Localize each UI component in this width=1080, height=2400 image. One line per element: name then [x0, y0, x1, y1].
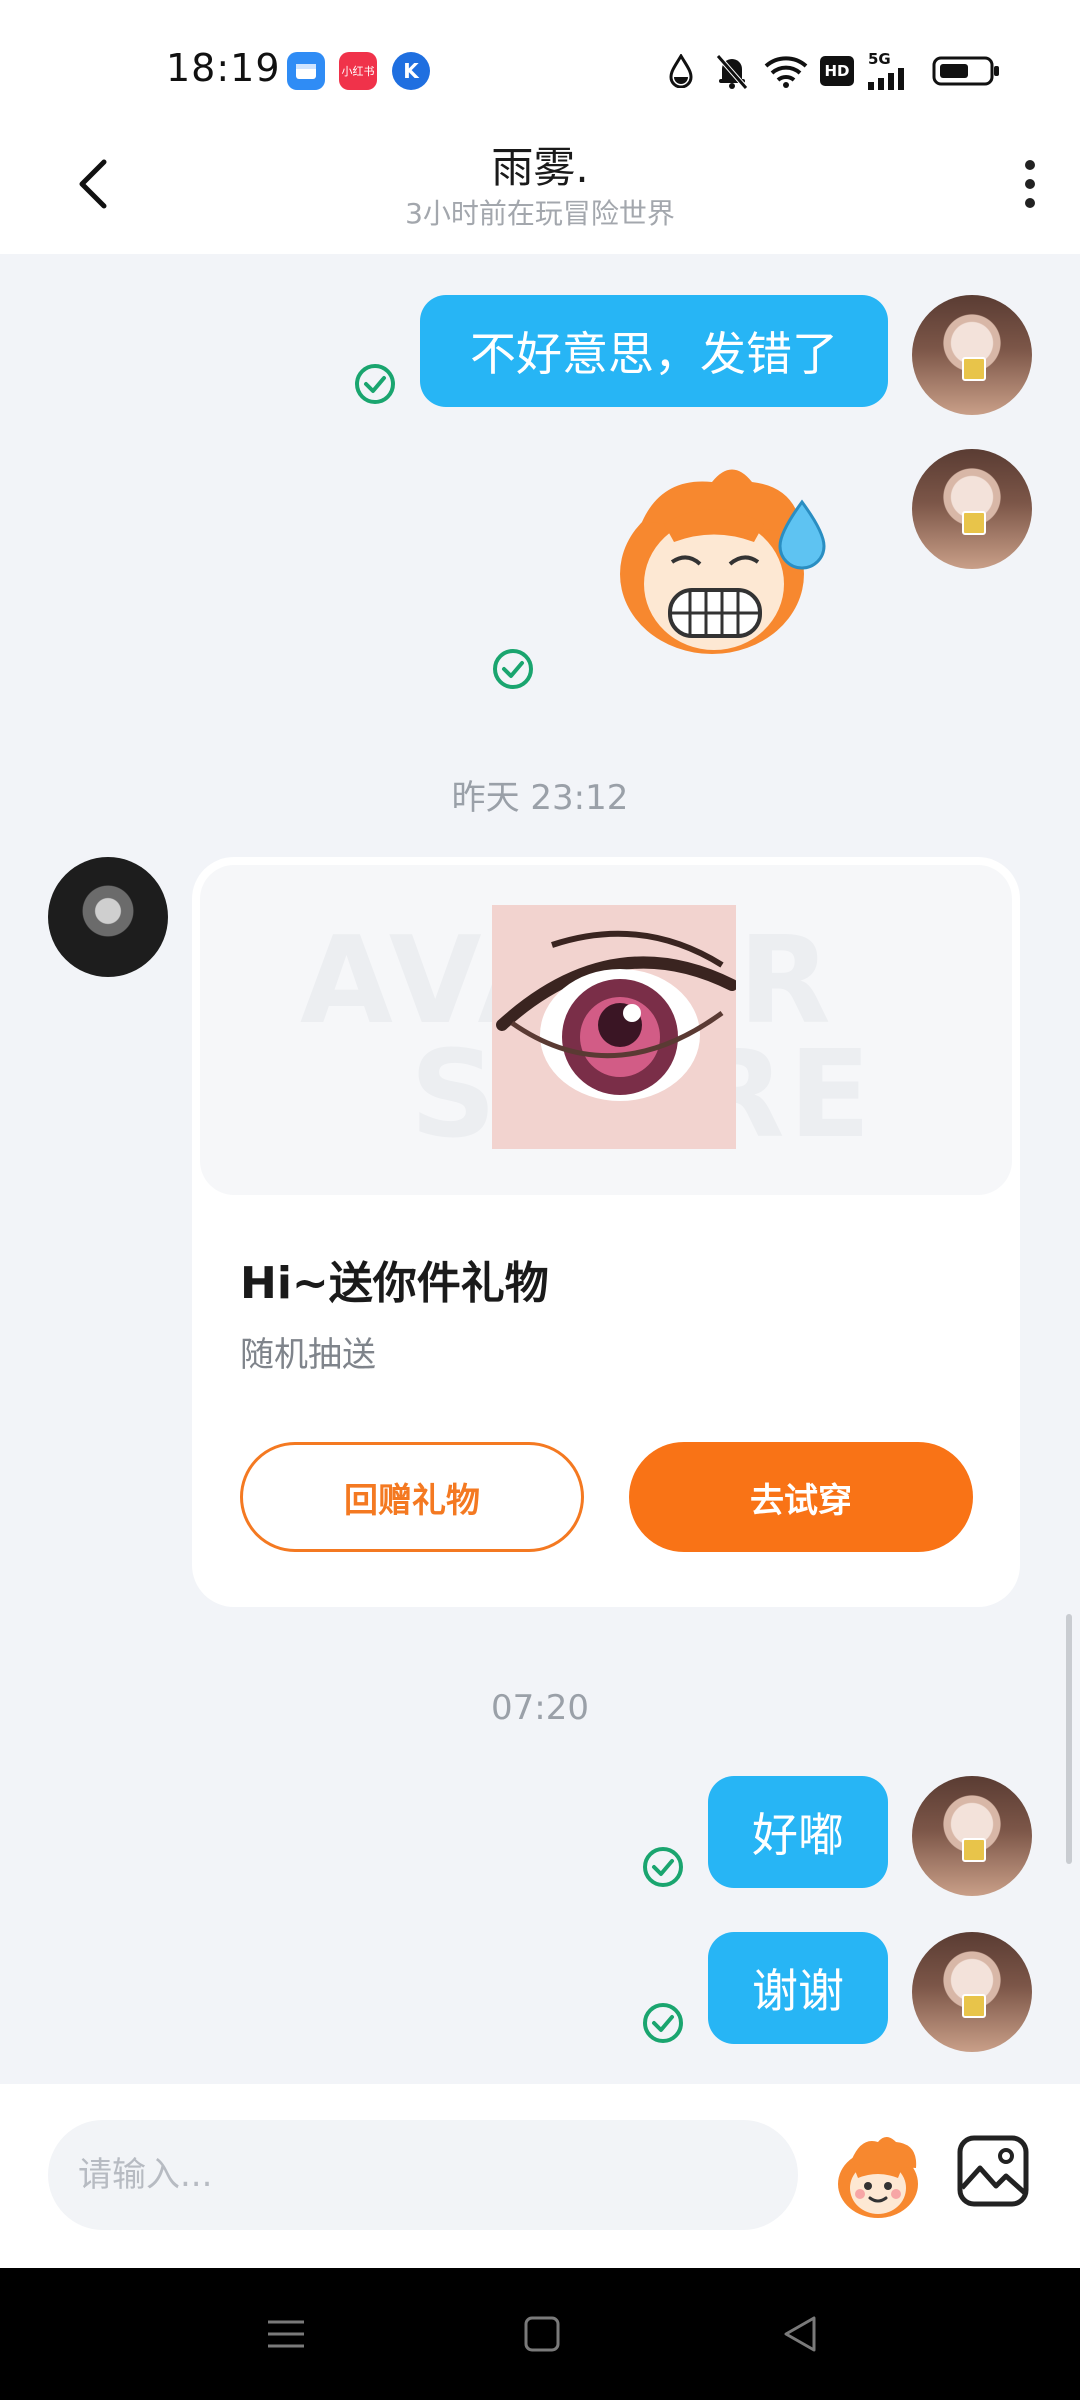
k-app-icon: K: [392, 52, 430, 90]
image-picker-icon[interactable]: [956, 2134, 1030, 2208]
sticker-sweat-smile[interactable]: [602, 462, 842, 662]
more-dot-icon: [1025, 198, 1035, 208]
chat-scrollbar[interactable]: [1066, 1614, 1072, 1864]
sent-check-icon: [643, 2003, 683, 2043]
contact-avatar[interactable]: [48, 857, 168, 977]
hd-icon: HD: [820, 56, 854, 86]
system-navigation-bar: [0, 2268, 1080, 2400]
gift-subtitle: 随机抽送: [240, 1335, 376, 1375]
gift-card[interactable]: AVATAR STORE Hi~送你件礼物 随机抽送 回赠礼物 去试穿: [192, 857, 1020, 1607]
my-avatar[interactable]: [912, 1776, 1032, 1896]
xiaohongshu-icon: 小红书: [339, 52, 377, 90]
more-options-button[interactable]: [998, 152, 1062, 216]
back-triangle-icon[interactable]: [778, 2312, 822, 2356]
message-timestamp: 07:20: [491, 1688, 589, 1728]
chat-header: 雨雾. 3小时前在玩冒险世界: [0, 126, 1080, 254]
home-icon[interactable]: [520, 2312, 564, 2356]
message-input-bar: [0, 2084, 1080, 2268]
chat-message-list[interactable]: 不好意思，发错了 昨天 23:12 AVATAR STORE: [0, 254, 1080, 2084]
message-timestamp: 昨天 23:12: [451, 778, 629, 818]
sent-check-icon: [643, 1847, 683, 1887]
try-on-button[interactable]: 去试穿: [629, 1442, 973, 1552]
gift-title: Hi~送你件礼物: [240, 1258, 549, 1309]
message-bubble-sent[interactable]: 不好意思，发错了: [420, 295, 888, 407]
network-type-label: 5G: [868, 50, 891, 68]
my-avatar[interactable]: [912, 295, 1032, 415]
message-input[interactable]: [48, 2120, 798, 2230]
gift-banner: AVATAR STORE: [200, 865, 1012, 1195]
menu-icon[interactable]: [264, 2312, 308, 2356]
status-bar: 18:19 小红书 K HD 5G: [0, 0, 1080, 126]
status-time: 18:19: [166, 46, 281, 90]
message-bubble-sent[interactable]: 谢谢: [708, 1932, 888, 2044]
more-dot-icon: [1025, 160, 1035, 170]
wifi-icon: [764, 56, 808, 88]
more-dot-icon: [1025, 179, 1035, 189]
message-bubble-sent[interactable]: 好嘟: [708, 1776, 888, 1888]
battery-icon: [932, 56, 999, 86]
blue-app-icon: [287, 52, 325, 90]
contact-name[interactable]: 雨雾.: [0, 134, 1080, 195]
my-avatar[interactable]: [912, 1932, 1032, 2052]
sent-check-icon: [493, 649, 533, 689]
return-gift-button[interactable]: 回赠礼物: [240, 1442, 584, 1552]
water-drop-icon: [669, 54, 693, 88]
sticker-emoji-button[interactable]: [830, 2128, 926, 2224]
gift-eye-item-image[interactable]: [492, 905, 736, 1149]
my-avatar[interactable]: [912, 449, 1032, 569]
bell-muted-icon: [716, 54, 748, 90]
contact-status: 3小时前在玩冒险世界: [405, 197, 675, 230]
sent-check-icon: [355, 364, 395, 404]
